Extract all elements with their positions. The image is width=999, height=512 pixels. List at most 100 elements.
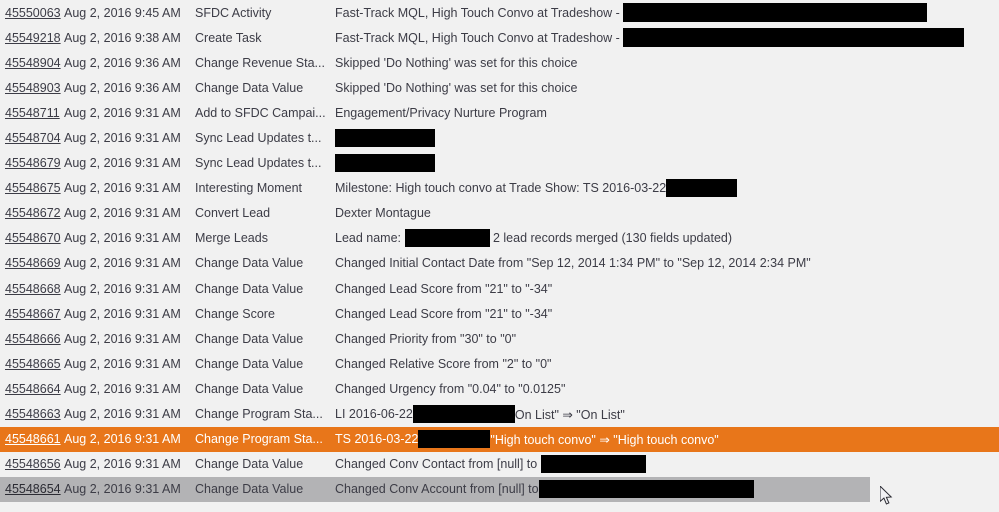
activity-type-cell: Change Data Value xyxy=(195,80,304,95)
activity-id-link[interactable]: 45548665 xyxy=(5,357,61,371)
table-row[interactable]: 45548665 Aug 2, 2016 9:31 AM Change Data V… xyxy=(0,351,999,376)
activity-detail-cell: Changed Urgency from "0.04" to "0.0125" xyxy=(335,376,999,401)
activity-date-cell: Aug 2, 2016 9:31 AM xyxy=(64,432,181,447)
activity-id-cell: 45548663 xyxy=(0,407,64,421)
activity-id-link[interactable]: 45548668 xyxy=(5,282,61,296)
activity-type-cell: Convert Lead xyxy=(195,206,271,221)
activity-id-cell: 45548704 xyxy=(0,131,64,145)
activity-detail-text-suffix: "High touch convo" ⇒ "High touch convo" xyxy=(490,432,719,447)
table-row[interactable]: 45548711 Aug 2, 2016 9:31 AM Add to SFDC C… xyxy=(0,100,999,125)
table-row[interactable]: 45548672 Aug 2, 2016 9:31 AM Convert Lead D… xyxy=(0,201,999,226)
table-row[interactable]: 45548666 Aug 2, 2016 9:31 AM Change Data V… xyxy=(0,326,999,351)
activity-date-cell: Aug 2, 2016 9:31 AM xyxy=(64,482,181,497)
activity-id-cell: 45548675 xyxy=(0,181,64,195)
activity-detail-cell: Changed Relative Score from "2" to "0" xyxy=(335,351,999,376)
activity-date-cell: Aug 2, 2016 9:38 AM xyxy=(64,30,181,45)
table-row[interactable]: 45548668 Aug 2, 2016 9:31 AM Change Data V… xyxy=(0,276,999,301)
table-row[interactable]: 45550063 Aug 2, 2016 9:45 AM SFDC Activity… xyxy=(0,0,999,25)
redaction-bar xyxy=(335,129,435,148)
activity-type-cell: Change Data Value xyxy=(195,256,304,271)
activity-id-cell: 45548711 xyxy=(0,106,64,120)
redaction-bar xyxy=(418,430,491,449)
activity-detail-cell: Changed Conv Account from [null] to xyxy=(335,477,999,502)
activity-detail-cell: Fast-Track MQL, High Touch Convo at Trad… xyxy=(335,0,999,25)
activity-id-link[interactable]: 45548672 xyxy=(5,206,61,220)
activity-id-cell: 45549218 xyxy=(0,31,64,45)
activity-id-cell: 45548654 xyxy=(0,482,64,496)
activity-id-link[interactable]: 45548663 xyxy=(5,407,61,421)
table-row[interactable]: 45548903 Aug 2, 2016 9:36 AM Change Data V… xyxy=(0,75,999,100)
activity-id-link[interactable]: 45548904 xyxy=(5,56,61,70)
activity-id-cell: 45548667 xyxy=(0,307,64,321)
activity-detail-text: Changed Initial Contact Date from "Sep 1… xyxy=(335,256,811,271)
activity-detail-text: Changed Conv Account from [null] to xyxy=(335,482,539,497)
table-row[interactable]: 45548664 Aug 2, 2016 9:31 AM Change Data V… xyxy=(0,376,999,401)
activity-id-link[interactable]: 45550063 xyxy=(5,6,61,20)
activity-id-link[interactable]: 45548704 xyxy=(5,131,61,145)
table-row[interactable]: 45548661 Aug 2, 2016 9:31 AM Change Progra… xyxy=(0,426,999,452)
activity-detail-text: Changed Relative Score from "2" to "0" xyxy=(335,356,552,371)
activity-id-link[interactable]: 45548679 xyxy=(5,156,61,170)
table-row[interactable]: 45548675 Aug 2, 2016 9:31 AM Interesting M… xyxy=(0,176,999,201)
table-row[interactable]: 45548667 Aug 2, 2016 9:31 AM Change Score C… xyxy=(0,301,999,326)
activity-id-cell: 45548664 xyxy=(0,382,64,396)
activity-type-cell: Change Data Value xyxy=(195,457,304,472)
activity-date-cell: Aug 2, 2016 9:31 AM xyxy=(64,131,181,146)
activity-id-cell: 45548903 xyxy=(0,81,64,95)
activity-id-cell: 45548668 xyxy=(0,282,64,296)
activity-type-cell: Change Data Value xyxy=(195,482,304,497)
activity-id-link[interactable]: 45548661 xyxy=(5,432,61,446)
activity-detail-text: Fast-Track MQL, High Touch Convo at Trad… xyxy=(335,5,624,20)
redaction-bar xyxy=(538,480,754,499)
activity-type-cell: Add to SFDC Campai... xyxy=(195,105,326,120)
activity-id-link[interactable]: 45548666 xyxy=(5,332,61,346)
activity-detail-cell: Changed Priority from "30" to "0" xyxy=(335,326,999,351)
table-row[interactable]: 45548669 Aug 2, 2016 9:31 AM Change Data V… xyxy=(0,251,999,276)
activity-type-cell: Sync Lead Updates t... xyxy=(195,156,322,171)
table-row[interactable]: 45549218 Aug 2, 2016 9:38 AM Create Task Fa… xyxy=(0,25,999,50)
activity-detail-cell: Lead name: 2 lead records merged (130 fi… xyxy=(335,226,999,251)
table-row[interactable]: 45548904 Aug 2, 2016 9:36 AM Change Revenu… xyxy=(0,50,999,75)
activity-detail-text: Changed Urgency from "0.04" to "0.0125" xyxy=(335,381,566,396)
redaction-bar xyxy=(666,179,738,198)
activity-type-cell: Interesting Moment xyxy=(195,181,302,196)
table-row[interactable]: 45548679 Aug 2, 2016 9:31 AM Sync Lead Upd… xyxy=(0,151,999,176)
activity-id-link[interactable]: 45549218 xyxy=(5,31,61,45)
activity-detail-cell: Changed Conv Contact from [null] to xyxy=(335,452,999,477)
activity-detail-cell: Changed Initial Contact Date from "Sep 1… xyxy=(335,251,999,276)
activity-id-link[interactable]: 45548654 xyxy=(5,482,61,496)
activity-date-cell: Aug 2, 2016 9:31 AM xyxy=(64,231,181,246)
table-row[interactable]: 45548704 Aug 2, 2016 9:31 AM Sync Lead Upd… xyxy=(0,125,999,150)
activity-detail-cell: TS 2016-03-22 "High touch convo" ⇒ "High … xyxy=(335,427,999,452)
activity-date-cell: Aug 2, 2016 9:36 AM xyxy=(64,80,181,95)
activity-id-link[interactable]: 45548670 xyxy=(5,231,61,245)
activity-detail-cell: Milestone: High touch convo at Trade Sho… xyxy=(335,176,999,201)
activity-date-cell: Aug 2, 2016 9:31 AM xyxy=(64,281,181,296)
activity-id-link[interactable]: 45548711 xyxy=(5,106,60,120)
activity-id-link[interactable]: 45548664 xyxy=(5,382,61,396)
activity-id-cell: 45548679 xyxy=(0,156,64,170)
redaction-bar xyxy=(623,3,928,23)
activity-date-cell: Aug 2, 2016 9:31 AM xyxy=(64,381,181,396)
table-row[interactable]: 45548656 Aug 2, 2016 9:31 AM Change Data V… xyxy=(0,452,999,477)
activity-id-link[interactable]: 45548656 xyxy=(5,457,61,471)
activity-type-cell: Create Task xyxy=(195,30,262,45)
redaction-bar xyxy=(623,28,965,48)
activity-detail-cell: Skipped 'Do Nothing' was set for this ch… xyxy=(335,75,999,100)
table-row[interactable]: 45548663 Aug 2, 2016 9:31 AM Change Progra… xyxy=(0,402,999,427)
activity-type-cell: Change Data Value xyxy=(195,281,304,296)
activity-detail-text: Skipped 'Do Nothing' was set for this ch… xyxy=(335,80,578,95)
table-row[interactable]: 45548670 Aug 2, 2016 9:31 AM Merge Leads Le… xyxy=(0,226,999,251)
activity-date-cell: Aug 2, 2016 9:31 AM xyxy=(64,256,181,271)
activity-type-cell: Sync Lead Updates t... xyxy=(195,131,322,146)
activity-id-link[interactable]: 45548903 xyxy=(5,81,61,95)
activity-id-link[interactable]: 45548667 xyxy=(5,307,61,321)
activity-id-link[interactable]: 45548675 xyxy=(5,181,61,195)
activity-date-cell: Aug 2, 2016 9:31 AM xyxy=(64,306,181,321)
activity-detail-text: Changed Lead Score from "21" to "-34" xyxy=(335,281,553,296)
activity-date-cell: Aug 2, 2016 9:31 AM xyxy=(64,331,181,346)
activity-detail-cell: Engagement/Privacy Nurture Program xyxy=(335,100,999,125)
activity-id-cell: 45548656 xyxy=(0,457,64,471)
activity-id-link[interactable]: 45548669 xyxy=(5,256,61,270)
table-row[interactable]: 45548654 Aug 2, 2016 9:31 AM Change Data V… xyxy=(0,476,999,502)
